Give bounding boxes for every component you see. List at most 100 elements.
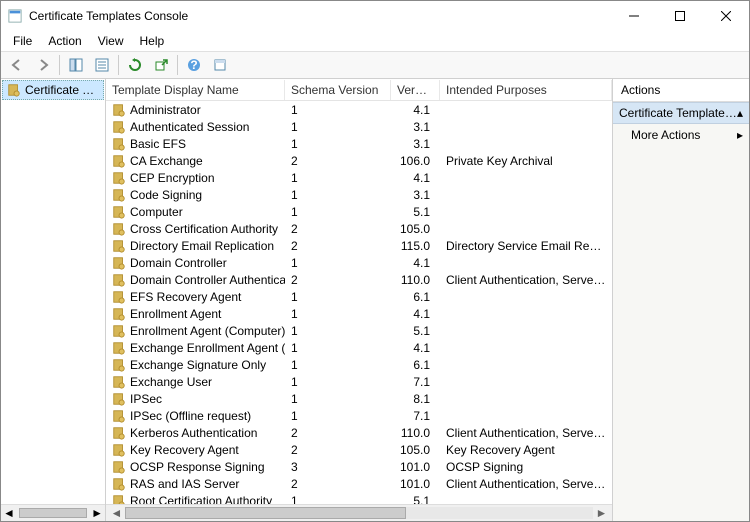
menu-file[interactable]: File [5, 32, 40, 50]
properties-button[interactable] [90, 53, 114, 77]
grid-horizontal-scrollbar[interactable]: ◄ ► [106, 504, 612, 521]
cell-schema: 1 [285, 137, 391, 151]
table-row[interactable]: Key Recovery Agent2105.0Key Recovery Age… [106, 441, 612, 458]
certificate-icon [112, 171, 126, 185]
certificate-icon [112, 375, 126, 389]
table-row[interactable]: Exchange Signature Only16.1 [106, 356, 612, 373]
certificate-icon [112, 256, 126, 270]
view-button[interactable] [208, 53, 232, 77]
forward-button[interactable] [31, 53, 55, 77]
scroll-right-arrow[interactable]: ► [91, 506, 103, 520]
table-row[interactable]: Kerberos Authentication2110.0Client Auth… [106, 424, 612, 441]
certificate-icon [112, 324, 126, 338]
cell-schema: 2 [285, 477, 391, 491]
certificate-icon [112, 188, 126, 202]
cell-name: Cross Certification Authority [106, 222, 285, 236]
menu-view[interactable]: View [90, 32, 132, 50]
cell-version: 6.1 [391, 290, 440, 304]
certificate-icon [112, 460, 126, 474]
cell-name: Domain Controller [106, 256, 285, 270]
toolbar-separator [118, 55, 119, 75]
cell-version: 115.0 [391, 239, 440, 253]
cell-name: CA Exchange [106, 154, 285, 168]
cell-name: Administrator [106, 103, 285, 117]
table-row[interactable]: Computer15.1 [106, 203, 612, 220]
cell-name: Code Signing [106, 188, 285, 202]
maximize-button[interactable] [657, 1, 703, 31]
menu-help[interactable]: Help [132, 32, 173, 50]
toolbar: ? [1, 51, 749, 79]
table-row[interactable]: OCSP Response Signing3101.0OCSP Signing [106, 458, 612, 475]
refresh-button[interactable] [123, 53, 147, 77]
grid-body[interactable]: Administrator14.1Authenticated Session13… [106, 101, 612, 504]
table-row[interactable]: Domain Controller Authentication2110.0Cl… [106, 271, 612, 288]
minimize-button[interactable] [611, 1, 657, 31]
table-row[interactable]: Domain Controller14.1 [106, 254, 612, 271]
cell-schema: 2 [285, 443, 391, 457]
scroll-right-arrow[interactable]: ► [593, 507, 610, 519]
cell-schema: 1 [285, 341, 391, 355]
cell-version: 106.0 [391, 154, 440, 168]
table-row[interactable]: Enrollment Agent14.1 [106, 305, 612, 322]
scroll-left-arrow[interactable]: ◄ [3, 506, 15, 520]
cell-schema: 1 [285, 375, 391, 389]
cell-name: Key Recovery Agent [106, 443, 285, 457]
column-header-version[interactable]: Version [391, 80, 440, 100]
table-row[interactable]: IPSec18.1 [106, 390, 612, 407]
column-header-purpose[interactable]: Intended Purposes [440, 80, 612, 100]
certificate-icon [112, 154, 126, 168]
cell-schema: 2 [285, 273, 391, 287]
table-row[interactable]: Exchange Enrollment Agent (Offline requ.… [106, 339, 612, 356]
menu-bar: File Action View Help [1, 31, 749, 51]
tree-horizontal-scrollbar[interactable]: ◄ ► [1, 504, 105, 521]
window-title: Certificate Templates Console [29, 9, 611, 23]
tree-item-certificate-templates[interactable]: Certificate Templates [2, 80, 104, 100]
cell-name: CEP Encryption [106, 171, 285, 185]
cell-name: OCSP Response Signing [106, 460, 285, 474]
close-button[interactable] [703, 1, 749, 31]
column-header-name[interactable]: Template Display Name [106, 80, 285, 100]
title-bar: Certificate Templates Console [1, 1, 749, 31]
back-button[interactable] [5, 53, 29, 77]
table-row[interactable]: Directory Email Replication2115.0Directo… [106, 237, 612, 254]
cell-version: 4.1 [391, 103, 440, 117]
grid-pane: Template Display Name Schema Version Ver… [106, 79, 613, 521]
toolbar-separator [59, 55, 60, 75]
table-row[interactable]: EFS Recovery Agent16.1 [106, 288, 612, 305]
scroll-thumb[interactable] [125, 507, 406, 519]
actions-more-actions[interactable]: More Actions ▸ [613, 124, 749, 146]
table-row[interactable]: CEP Encryption14.1 [106, 169, 612, 186]
table-row[interactable]: Basic EFS13.1 [106, 135, 612, 152]
cell-name: Exchange Enrollment Agent (Offline requ.… [106, 341, 285, 355]
cell-version: 3.1 [391, 120, 440, 134]
table-row[interactable]: Exchange User17.1 [106, 373, 612, 390]
table-row[interactable]: IPSec (Offline request)17.1 [106, 407, 612, 424]
cell-schema: 2 [285, 222, 391, 236]
scroll-track[interactable] [125, 507, 593, 519]
cell-name: Exchange Signature Only [106, 358, 285, 372]
table-row[interactable]: CA Exchange2106.0Private Key Archival [106, 152, 612, 169]
scroll-thumb[interactable] [19, 508, 87, 518]
cell-schema: 1 [285, 103, 391, 117]
actions-section-title[interactable]: Certificate Templates (cer... ▴ [613, 102, 749, 124]
cell-purpose: OCSP Signing [440, 460, 612, 474]
table-row[interactable]: Administrator14.1 [106, 101, 612, 118]
cell-version: 4.1 [391, 171, 440, 185]
certificate-icon [112, 341, 126, 355]
scroll-left-arrow[interactable]: ◄ [108, 507, 125, 519]
table-row[interactable]: Root Certification Authority15.1 [106, 492, 612, 504]
cell-version: 110.0 [391, 426, 440, 440]
cell-version: 105.0 [391, 443, 440, 457]
export-button[interactable] [149, 53, 173, 77]
column-header-schema[interactable]: Schema Version [285, 80, 391, 100]
table-row[interactable]: RAS and IAS Server2101.0Client Authentic… [106, 475, 612, 492]
menu-action[interactable]: Action [40, 32, 89, 50]
table-row[interactable]: Cross Certification Authority2105.0 [106, 220, 612, 237]
help-button[interactable]: ? [182, 53, 206, 77]
cell-name: Authenticated Session [106, 120, 285, 134]
show-tree-button[interactable] [64, 53, 88, 77]
cell-purpose: Directory Service Email Replication [440, 239, 612, 253]
table-row[interactable]: Authenticated Session13.1 [106, 118, 612, 135]
table-row[interactable]: Code Signing13.1 [106, 186, 612, 203]
table-row[interactable]: Enrollment Agent (Computer)15.1 [106, 322, 612, 339]
